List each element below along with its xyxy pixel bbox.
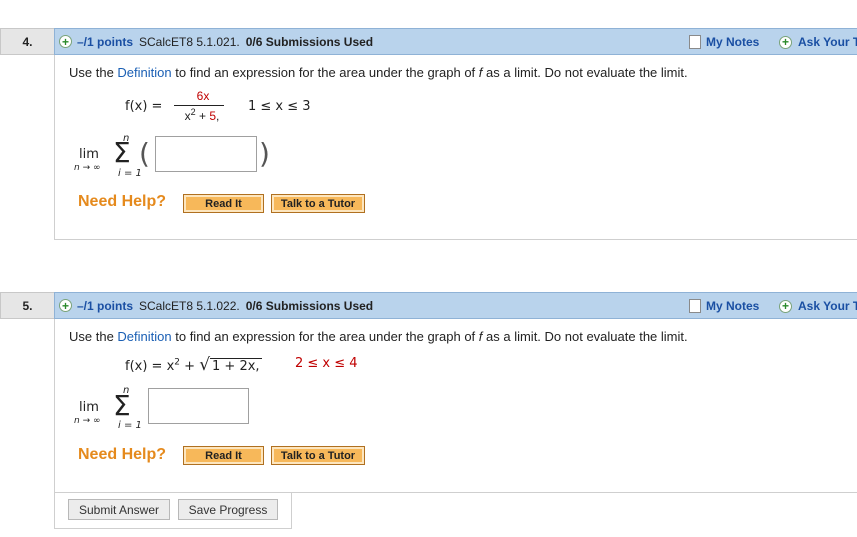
prompt-text: Use the [69, 65, 118, 80]
ask-teacher-button[interactable]: + Ask Your Te [779, 34, 857, 50]
question-header: + –/1 points SCalcET8 5.1.022. 0/6 Submi… [54, 292, 857, 319]
question-number: 5. [0, 292, 54, 319]
limit-label: lim [79, 147, 99, 162]
ask-teacher-label: Ask Your Te [798, 299, 857, 313]
sqrt-icon: √ [199, 355, 211, 375]
read-it-button[interactable]: Read It [183, 446, 264, 465]
talk-to-tutor-button[interactable]: Talk to a Tutor [271, 446, 365, 465]
ask-plus-icon: + [779, 35, 792, 49]
expand-plus-icon[interactable]: + [59, 299, 72, 312]
function-lhs: f(x) = x [125, 359, 175, 374]
prompt-text: to find an expression for the area under… [171, 329, 479, 344]
notes-checkbox-icon[interactable] [689, 299, 701, 313]
question-prompt: Use the Definition to find an expression… [69, 329, 688, 344]
expand-plus-icon[interactable]: + [59, 35, 72, 48]
limit-subscript: n → ∞ [74, 163, 101, 173]
prompt-text: Use the [69, 329, 118, 344]
function-exponent: 2 [174, 357, 180, 368]
ask-teacher-button[interactable]: + Ask Your Te [779, 298, 857, 314]
points-link[interactable]: –/1 points [77, 299, 133, 313]
denominator-plus: + [198, 109, 206, 123]
fraction-denominator: x2 + 5, [184, 107, 220, 123]
function-plus: + [184, 359, 196, 374]
sigma-icon: Σ [113, 389, 131, 422]
submit-answer-button[interactable]: Submit Answer [68, 499, 170, 520]
sqrt-content: 1 + 2x, [210, 358, 262, 374]
interval: 2 ≤ x ≤ 4 [295, 356, 358, 371]
right-paren: ) [259, 137, 270, 170]
question-body: Use the Definition to find an expression… [54, 55, 857, 240]
limit-label: lim [79, 400, 99, 415]
prompt-text: to find an expression for the area under… [171, 65, 479, 80]
my-notes-label: My Notes [706, 35, 760, 49]
limit-subscript: n → ∞ [74, 416, 101, 426]
interval: 1 ≤ x ≤ 3 [248, 99, 311, 114]
function-label: f(x) = [125, 99, 163, 114]
definition-link[interactable]: Definition [117, 65, 171, 80]
sigma-icon: Σ [113, 136, 131, 169]
question-prompt: Use the Definition to find an expression… [69, 65, 688, 80]
save-progress-button[interactable]: Save Progress [178, 499, 278, 520]
submissions-used: 0/6 Submissions Used [245, 298, 374, 313]
submissions-used: 0/6 Submissions Used [245, 34, 374, 49]
course-code: SCalcET8 5.1.021. [139, 34, 240, 49]
sum-lower-limit: i = 1 [118, 420, 142, 431]
question-header: + –/1 points SCalcET8 5.1.021. 0/6 Submi… [54, 28, 857, 55]
course-code: SCalcET8 5.1.022. [139, 298, 240, 313]
answer-input[interactable] [148, 388, 249, 424]
my-notes-label: My Notes [706, 299, 760, 313]
fraction-bar [174, 105, 224, 106]
need-help-label: Need Help? [78, 193, 167, 210]
notes-checkbox-icon[interactable] [689, 35, 701, 49]
prompt-text: as a limit. Do not evaluate the limit. [482, 329, 688, 344]
prompt-text: as a limit. Do not evaluate the limit. [482, 65, 688, 80]
my-notes-button[interactable]: My Notes [689, 34, 759, 50]
fraction-numerator: 6x [196, 89, 210, 103]
question-body: Use the Definition to find an expression… [54, 319, 857, 493]
ask-teacher-label: Ask Your Te [798, 35, 857, 49]
definition-link[interactable]: Definition [117, 329, 171, 344]
points-link[interactable]: –/1 points [77, 35, 133, 49]
question-number: 4. [0, 28, 54, 55]
need-help-label: Need Help? [78, 446, 167, 463]
read-it-button[interactable]: Read It [183, 194, 264, 213]
my-notes-button[interactable]: My Notes [689, 298, 759, 314]
talk-to-tutor-button[interactable]: Talk to a Tutor [271, 194, 365, 213]
denominator-exponent: 2 [190, 107, 196, 117]
function-expression: f(x) = x2 + √ 1 + 2x, [125, 355, 262, 375]
ask-plus-icon: + [779, 299, 792, 313]
answer-input[interactable] [155, 136, 257, 172]
left-paren: ( [139, 137, 150, 170]
